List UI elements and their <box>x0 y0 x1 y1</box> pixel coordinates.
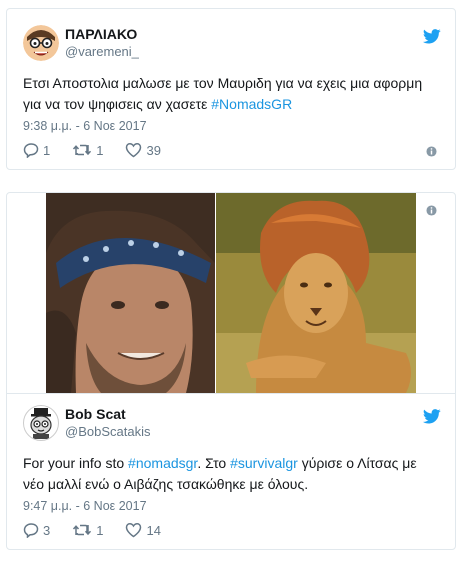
tweet-card-1: ΠΑΡΛΙΑΚΟ @varemeni_ Ετσι Αποστολια μαλωσ… <box>6 8 456 170</box>
tweet-timestamp[interactable]: 9:38 μ.μ. - 6 Νοε 2017 <box>23 119 147 133</box>
user-handle[interactable]: @varemeni_ <box>65 43 139 60</box>
reply-count: 1 <box>43 142 51 158</box>
tweet-card-2: Bob Scat @BobScatakis For your info sto … <box>6 192 456 550</box>
avatar[interactable] <box>23 405 59 441</box>
retweet-button[interactable]: 1 <box>72 142 103 158</box>
info-icon[interactable] <box>426 146 437 157</box>
retweet-icon <box>73 524 92 536</box>
tweet-header: ΠΑΡΛΙΑΚΟ @varemeni_ <box>23 25 139 61</box>
retweet-button[interactable]: 1 <box>72 522 103 538</box>
tweet-text: Ετσι Αποστολια μαλωσε με τον Μαυριδη για… <box>23 73 438 115</box>
hashtag-link[interactable]: #survivalgr <box>230 455 298 471</box>
reply-icon <box>23 523 39 538</box>
tweet-text-part: For your info sto <box>23 455 129 471</box>
twitter-bird-icon[interactable] <box>423 29 441 44</box>
tweet-actions: 1 1 39 <box>23 142 183 158</box>
avatar[interactable] <box>23 25 59 61</box>
divider <box>7 393 455 394</box>
display-name[interactable]: ΠΑΡΛΙΑΚΟ <box>65 26 139 43</box>
like-heart-icon <box>126 143 142 158</box>
reply-count: 3 <box>43 522 51 538</box>
tweet-photo-man[interactable] <box>46 193 215 393</box>
tweet-header: Bob Scat @BobScatakis <box>23 405 150 441</box>
info-icon[interactable] <box>426 205 437 216</box>
twitter-bird-icon[interactable] <box>423 409 441 424</box>
reply-button[interactable]: 1 <box>23 142 50 158</box>
tweet-text: For your info sto #nomadsgr. Στο #surviv… <box>23 453 438 495</box>
retweet-count: 1 <box>96 522 104 538</box>
tweet-actions: 3 1 14 <box>23 522 183 538</box>
tweet-text-part: . Στο <box>197 455 231 471</box>
hashtag-link[interactable]: #NomadsGR <box>211 96 292 112</box>
like-count: 14 <box>146 522 161 538</box>
tweet-photo-lion[interactable] <box>216 193 416 393</box>
retweet-icon <box>73 144 92 156</box>
display-name[interactable]: Bob Scat <box>65 406 150 423</box>
user-handle[interactable]: @BobScatakis <box>65 423 150 440</box>
retweet-count: 1 <box>96 142 104 158</box>
reply-button[interactable]: 3 <box>23 522 50 538</box>
like-button[interactable]: 14 <box>125 522 161 538</box>
hashtag-link[interactable]: #nomadsgr <box>128 455 197 471</box>
tweet-timestamp[interactable]: 9:47 μ.μ. - 6 Νοε 2017 <box>23 499 147 513</box>
like-button[interactable]: 39 <box>125 142 161 158</box>
like-count: 39 <box>146 142 161 158</box>
reply-icon <box>23 143 39 158</box>
like-heart-icon <box>126 523 142 538</box>
